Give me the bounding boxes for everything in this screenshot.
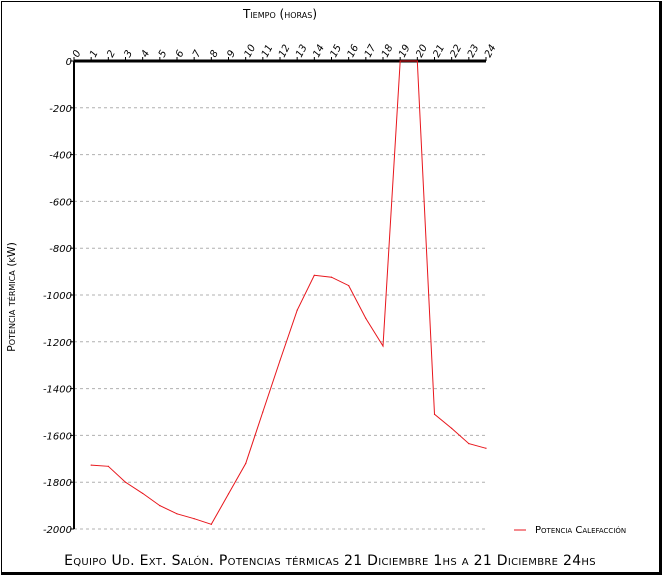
y-tick-label: -800 xyxy=(49,244,72,255)
x-tick-label: 12 xyxy=(277,43,293,59)
x-axis-title: Tiempo (horas) xyxy=(242,7,317,21)
data-point xyxy=(485,447,487,449)
y-tick-label: -200 xyxy=(49,104,72,115)
chart-frame: 0 1 2 3 4 5 6 7 8 9 10 11 12 13 14 15 16 17 18 19 20 21 22 23 24… xyxy=(1,1,662,575)
data-point xyxy=(416,60,418,62)
x-tick-label: 6 xyxy=(174,49,187,60)
x-tick-label: 11 xyxy=(260,43,276,59)
y-tick-label: -1800 xyxy=(43,478,72,489)
data-point xyxy=(468,442,470,445)
data-point xyxy=(159,505,161,507)
x-tick-label: 16 xyxy=(346,43,362,59)
y-tick-label: 0 xyxy=(66,57,72,68)
legend-label: Potencia Calefacción xyxy=(535,525,626,536)
data-point xyxy=(245,462,247,465)
data-point xyxy=(210,523,212,525)
data-point xyxy=(262,411,264,413)
data-point xyxy=(433,413,436,415)
data-point xyxy=(365,317,367,319)
x-tick-label: 4 xyxy=(140,49,153,60)
y-tick-label: -1200 xyxy=(43,338,72,349)
x-tick-label: 7 xyxy=(191,48,204,59)
x-tick-label: 20 xyxy=(414,43,430,59)
data-point xyxy=(107,465,109,467)
data-point xyxy=(382,345,384,347)
x-tick-label: 18 xyxy=(380,43,396,59)
x-tick-label: 13 xyxy=(294,43,310,59)
y-axis-title: Potencia térmica (kW) xyxy=(5,242,18,352)
x-tick-label: 23 xyxy=(466,43,482,59)
data-point xyxy=(90,464,92,466)
x-tick-label: 0 xyxy=(71,49,84,60)
x-tick-label: 21 xyxy=(431,43,447,59)
x-tick-label: 24 xyxy=(483,43,499,59)
y-tick-label: -1000 xyxy=(43,291,72,302)
x-tick-label: 2 xyxy=(105,49,118,60)
x-tick-label: 8 xyxy=(208,49,221,60)
data-point xyxy=(313,274,315,276)
series-group xyxy=(90,60,487,525)
data-point xyxy=(296,309,298,311)
y-tick-label: -2000 xyxy=(43,525,72,536)
x-tick-label: 5 xyxy=(157,49,170,60)
x-tick-label: 10 xyxy=(243,43,259,59)
x-tick-label: 1 xyxy=(88,49,101,60)
x-tick-label: 17 xyxy=(363,42,379,59)
y-tick-label: -400 xyxy=(49,151,72,162)
axes xyxy=(70,57,487,530)
y-tick-label: -1400 xyxy=(43,385,72,396)
x-tick-label: 19 xyxy=(397,43,413,59)
y-tick-labels: 0 -200 -400 -600 -800 -1000 -1200 -1400 -1600 -18… xyxy=(43,57,72,536)
data-point xyxy=(399,60,401,62)
data-point xyxy=(227,493,230,495)
power-line-chart: 0 1 2 3 4 5 6 7 8 9 10 11 12 13 14 15 16 17 18 19 20 21 22 23 24… xyxy=(5,7,626,569)
data-point xyxy=(348,285,350,287)
y-tick-label: -600 xyxy=(49,197,72,208)
grid-lines xyxy=(74,107,486,530)
x-tick-label: 3 xyxy=(122,49,135,60)
y-tick-label: -1600 xyxy=(43,431,72,442)
chart-caption: Equipo Ud. Ext. Salón. Potencias térmica… xyxy=(64,553,596,569)
data-point xyxy=(124,481,127,483)
x-tick-labels: 0 1 2 3 4 5 6 7 8 9 10 11 12 13 14 15 16 17 18 19 20 21 22 23 24 xyxy=(71,42,499,59)
legend: Potencia Calefacción xyxy=(514,525,626,536)
series-line xyxy=(91,60,487,525)
data-point xyxy=(451,427,453,429)
data-point xyxy=(279,359,281,362)
x-tick-label: 14 xyxy=(311,43,327,59)
data-point xyxy=(142,492,144,495)
data-point xyxy=(330,276,333,278)
data-point xyxy=(193,518,195,520)
x-tick-label: 9 xyxy=(225,49,238,60)
x-tick-label: 22 xyxy=(449,43,465,59)
data-point xyxy=(176,513,178,515)
x-tick-label: 15 xyxy=(328,43,344,59)
